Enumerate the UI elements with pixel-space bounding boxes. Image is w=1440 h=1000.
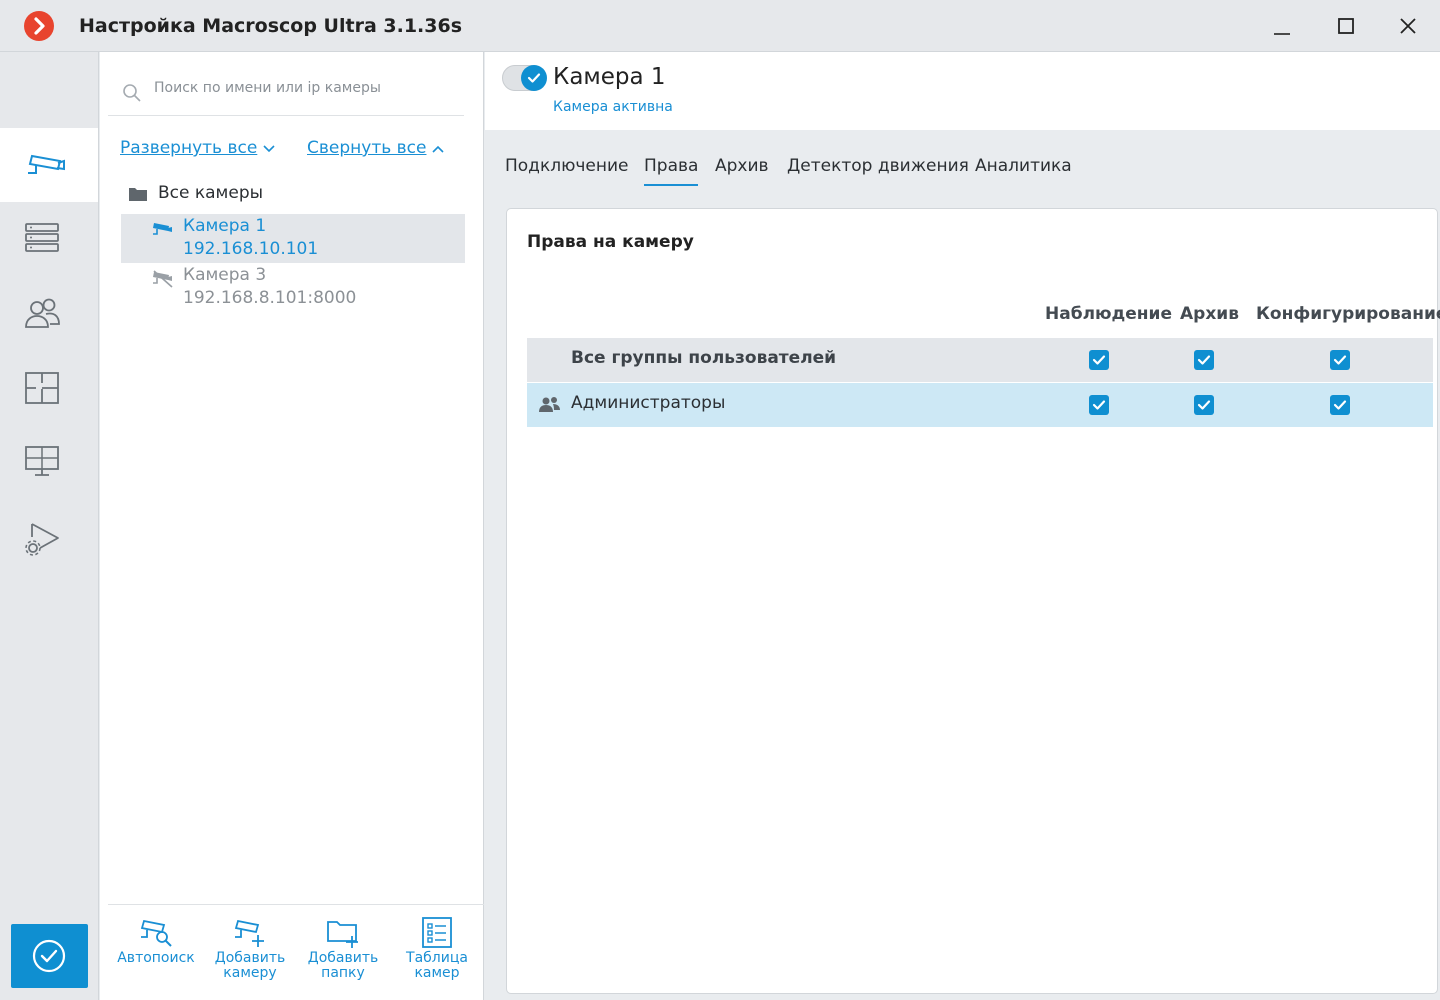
- check-icon: [1092, 355, 1106, 365]
- tab-analytics[interactable]: Аналитика: [975, 156, 1072, 184]
- nav-monitors[interactable]: [0, 426, 98, 500]
- nav-playback-settings[interactable]: [0, 502, 98, 576]
- column-header-view: Наблюдение: [1045, 304, 1172, 324]
- minimize-button[interactable]: [1258, 8, 1306, 44]
- tool-label: Таблица: [406, 950, 468, 966]
- add-camera-button[interactable]: Добавить камеру: [205, 917, 295, 993]
- search-input[interactable]: [154, 80, 454, 96]
- tab-connection[interactable]: Подключение: [505, 156, 629, 184]
- column-header-config: Конфигурирование: [1256, 304, 1440, 324]
- camera-icon: [28, 154, 65, 174]
- folder-icon: [129, 188, 147, 201]
- close-icon: [1400, 18, 1416, 34]
- panel-title: Права на камеру: [527, 232, 694, 252]
- floor-plan-icon: [25, 372, 59, 404]
- camera-name: Камера 3: [183, 265, 267, 285]
- maximize-button[interactable]: [1322, 8, 1370, 44]
- table-list-icon: [422, 917, 452, 948]
- permission-row-label: Все группы пользователей: [571, 348, 837, 368]
- nav-cameras[interactable]: [0, 128, 98, 202]
- maximize-icon: [1338, 18, 1354, 34]
- camera-list-item[interactable]: Камера 3 192.168.8.101:8000: [121, 263, 465, 312]
- config-checkbox[interactable]: [1330, 395, 1350, 415]
- tab-archive[interactable]: Архив: [715, 156, 769, 184]
- close-button[interactable]: [1384, 8, 1432, 44]
- camera-list-item[interactable]: Камера 1 192.168.10.101: [121, 214, 465, 263]
- nav-users[interactable]: [0, 278, 98, 352]
- check-icon: [1197, 400, 1211, 410]
- check-icon: [1333, 355, 1347, 365]
- check-circle-icon: [32, 939, 66, 973]
- add-folder-icon: [327, 921, 358, 948]
- expand-all-link[interactable]: Развернуть все: [120, 138, 257, 158]
- collapse-all-link[interactable]: Свернуть все: [307, 138, 426, 158]
- nav-floor-plans[interactable]: [0, 352, 98, 426]
- server-icon: [25, 223, 59, 252]
- tool-label: Добавить: [214, 950, 286, 966]
- camera-ip: 192.168.8.101:8000: [183, 288, 357, 308]
- permission-row: Все группы пользователей: [527, 338, 1433, 382]
- settings-tabs: Подключение Права Архив Детектор движени…: [485, 130, 1440, 192]
- archive-checkbox[interactable]: [1194, 350, 1214, 370]
- navigation-rail: [0, 52, 99, 1000]
- folder-label: Все камеры: [158, 183, 264, 203]
- camera-search-icon: [140, 919, 172, 947]
- minimize-icon: [1274, 33, 1290, 35]
- play-settings-icon: [25, 523, 59, 556]
- monitor-grid-icon: [25, 446, 59, 476]
- search-icon: [123, 84, 141, 102]
- camera-table-button[interactable]: Таблица камер: [392, 917, 482, 993]
- check-icon: [1197, 355, 1211, 365]
- view-checkbox[interactable]: [1089, 350, 1109, 370]
- check-icon: [1092, 400, 1106, 410]
- camera-disabled-icon: [153, 270, 173, 288]
- camera-status: Камера активна: [553, 99, 673, 115]
- users-icon: [25, 298, 60, 328]
- window-title: Настройка Macroscop Ultra 3.1.36s: [79, 15, 463, 37]
- tool-label: камер: [414, 965, 460, 981]
- camera-title: Камера 1: [553, 64, 666, 90]
- camera-search-box: [108, 66, 464, 116]
- camera-header: Камера 1 Камера активна: [485, 52, 1440, 130]
- tab-permissions[interactable]: Права: [644, 156, 699, 186]
- archive-checkbox[interactable]: [1194, 395, 1214, 415]
- camera-list-panel: Развернуть все Свернуть все Все камеры К…: [100, 52, 484, 1000]
- chevron-down-icon: [263, 145, 275, 153]
- camera-icon: [153, 223, 172, 235]
- add-folder-button[interactable]: Добавить папку: [298, 917, 388, 993]
- title-bar: Настройка Macroscop Ultra 3.1.36s: [0, 0, 1440, 52]
- nav-servers[interactable]: [0, 202, 98, 276]
- camera-ip: 192.168.10.101: [183, 239, 319, 259]
- camera-name: Камера 1: [183, 216, 267, 236]
- permission-row[interactable]: Администраторы: [527, 383, 1433, 427]
- tab-motion-detector[interactable]: Детектор движения: [787, 156, 969, 184]
- permission-row-label: Администраторы: [571, 393, 726, 413]
- autosearch-button[interactable]: Автопоиск: [111, 917, 201, 993]
- camera-active-toggle[interactable]: [502, 65, 547, 91]
- camera-tools-bar: Автопоиск Добавить камеру Добавить папку: [108, 904, 484, 1000]
- tool-label: Автопоиск: [117, 950, 195, 966]
- check-icon: [527, 73, 541, 83]
- tool-label: Добавить: [307, 950, 379, 966]
- config-checkbox[interactable]: [1330, 350, 1350, 370]
- app-logo-icon: [24, 11, 54, 41]
- toggle-knob: [521, 65, 547, 91]
- view-checkbox[interactable]: [1089, 395, 1109, 415]
- column-header-archive: Архив: [1180, 304, 1239, 324]
- chevron-up-icon: [432, 145, 444, 153]
- permissions-panel: Права на камеру Наблюдение Архив Конфигу…: [506, 208, 1440, 994]
- apply-settings-button[interactable]: [11, 924, 88, 988]
- tool-label: камеру: [223, 965, 277, 981]
- user-group-icon: [539, 397, 560, 412]
- tool-label: папку: [321, 965, 365, 981]
- check-icon: [1333, 400, 1347, 410]
- add-camera-icon: [234, 919, 264, 947]
